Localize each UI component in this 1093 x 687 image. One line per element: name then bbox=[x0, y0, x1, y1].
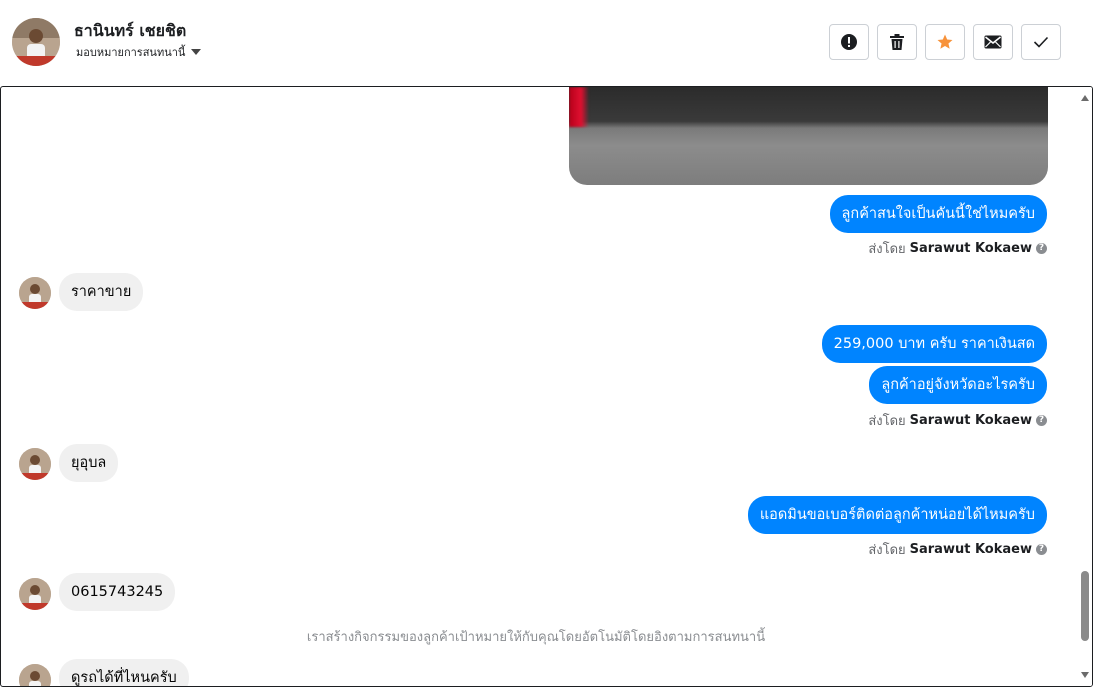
help-icon[interactable]: ? bbox=[1036, 415, 1047, 426]
sent-by-name: Sarawut Kokaew bbox=[909, 542, 1032, 557]
check-icon bbox=[1033, 36, 1049, 48]
conversation-toolbar bbox=[829, 24, 1061, 60]
sent-by-label: ส่งโดย Sarawut Kokaew ? bbox=[868, 238, 1047, 259]
scroll-down-arrow-icon[interactable] bbox=[1081, 672, 1089, 678]
contact-name: ธานินทร์ เชยชิต bbox=[74, 21, 187, 40]
delete-button[interactable] bbox=[877, 24, 917, 60]
message-bubble-incoming[interactable]: 0615743245 bbox=[59, 573, 176, 611]
contact-avatar-small[interactable] bbox=[19, 664, 51, 686]
assign-conversation-dropdown[interactable]: มอบหมายการสนทนานี้ bbox=[76, 43, 202, 61]
assign-conversation-label: มอบหมายการสนทนานี้ bbox=[76, 46, 186, 59]
sent-by-label: ส่งโดย Sarawut Kokaew ? bbox=[868, 410, 1047, 431]
alert-icon bbox=[841, 34, 857, 50]
caret-down-icon bbox=[191, 49, 202, 55]
contact-avatar-small[interactable] bbox=[19, 578, 51, 610]
help-icon[interactable]: ? bbox=[1036, 243, 1047, 254]
star-button[interactable] bbox=[925, 24, 965, 60]
conversation-header: ธานินทร์ เชยชิต มอบหมายการสนทนานี้ bbox=[0, 0, 1093, 86]
contact-avatar-small[interactable] bbox=[19, 277, 51, 309]
photo-detail bbox=[569, 87, 589, 127]
sent-by-prefix: ส่งโดย bbox=[868, 242, 906, 257]
mail-icon bbox=[984, 35, 1002, 49]
message-bubble-incoming[interactable]: ดูรถได้ที่ไหนครับ bbox=[59, 659, 189, 686]
mark-done-button[interactable] bbox=[1021, 24, 1061, 60]
vertical-scrollbar[interactable] bbox=[1078, 87, 1092, 686]
sent-by-prefix: ส่งโดย bbox=[868, 414, 906, 429]
star-icon bbox=[937, 34, 953, 49]
system-note: เราสร้างกิจกรรมของลูกค้าเป้าหมายให้กับคุ… bbox=[306, 630, 766, 645]
message-bubble-outgoing[interactable]: แอดมินขอเบอร์ติดต่อลูกค้าหน่อยได้ไหมครับ bbox=[747, 496, 1047, 534]
mark-spam-button[interactable] bbox=[829, 24, 869, 60]
help-icon[interactable]: ? bbox=[1036, 544, 1047, 555]
sent-by-name: Sarawut Kokaew bbox=[909, 241, 1032, 256]
mark-unread-button[interactable] bbox=[973, 24, 1013, 60]
conversation-pane[interactable]: ลูกค้าสนใจเป็นคันนี้ใช่ไหมครับ ส่งโดย Sa… bbox=[0, 86, 1093, 687]
message-bubble-outgoing[interactable]: ลูกค้าอยู่จังหวัดอะไรครับ bbox=[869, 366, 1047, 404]
sent-by-name: Sarawut Kokaew bbox=[909, 413, 1032, 428]
message-bubble-outgoing[interactable]: ลูกค้าสนใจเป็นคันนี้ใช่ไหมครับ bbox=[829, 195, 1047, 233]
message-bubble-incoming[interactable]: ยุอุบล bbox=[59, 444, 119, 482]
shared-photo[interactable] bbox=[569, 87, 1048, 185]
trash-icon bbox=[890, 34, 904, 50]
message-bubble-outgoing[interactable]: 259,000 บาท ครับ ราคาเงินสด bbox=[821, 325, 1047, 363]
contact-avatar-small[interactable] bbox=[19, 448, 51, 480]
scroll-up-arrow-icon[interactable] bbox=[1081, 95, 1089, 101]
sent-by-label: ส่งโดย Sarawut Kokaew ? bbox=[868, 539, 1047, 560]
contact-avatar[interactable] bbox=[12, 18, 60, 66]
scroll-thumb[interactable] bbox=[1081, 571, 1089, 641]
sent-by-prefix: ส่งโดย bbox=[868, 543, 906, 558]
message-bubble-incoming[interactable]: ราคาขาย bbox=[59, 273, 144, 311]
